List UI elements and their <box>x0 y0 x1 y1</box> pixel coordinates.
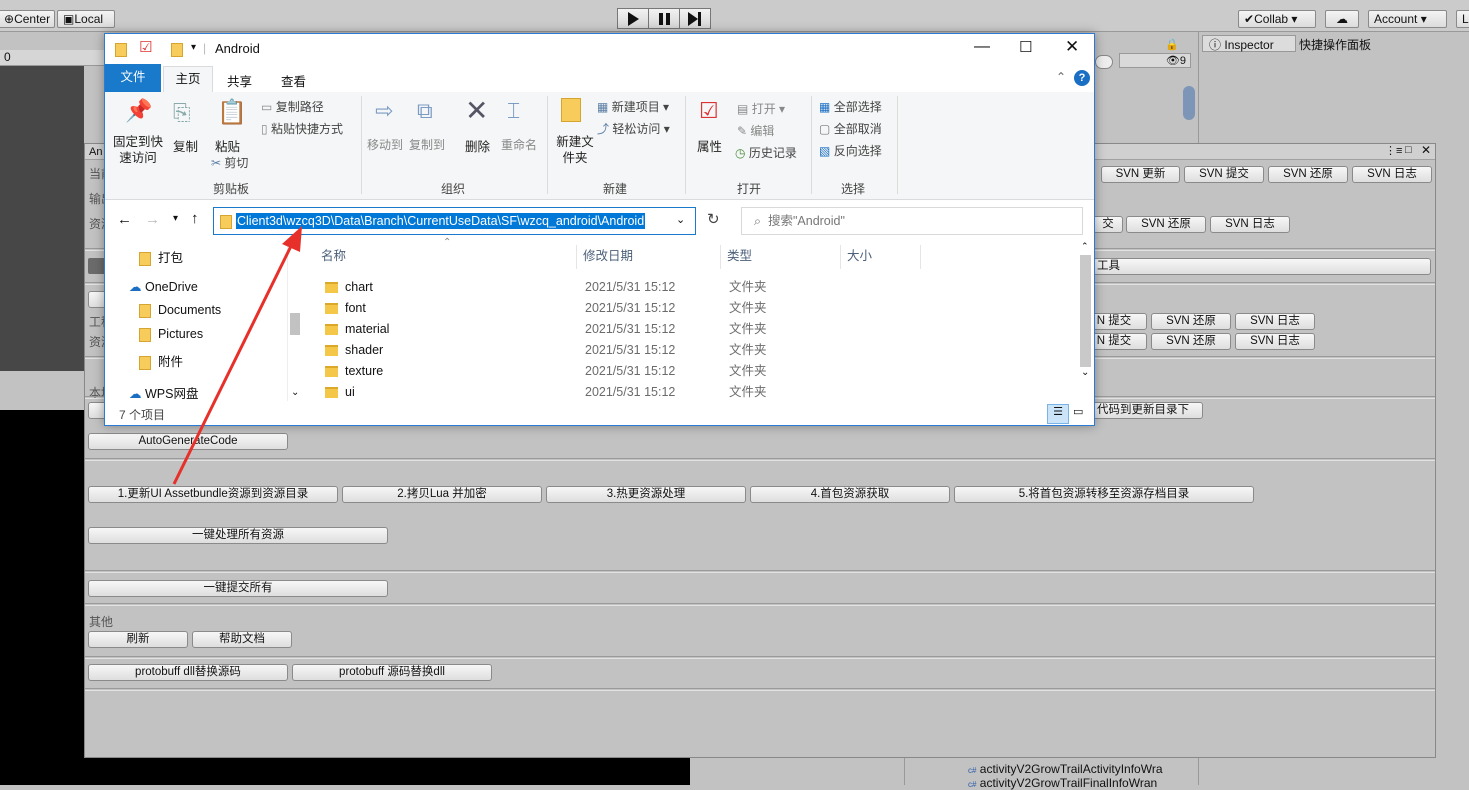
annotation-arrow <box>172 226 302 485</box>
arrow-head <box>282 226 302 252</box>
arrow-shaft <box>172 239 296 485</box>
